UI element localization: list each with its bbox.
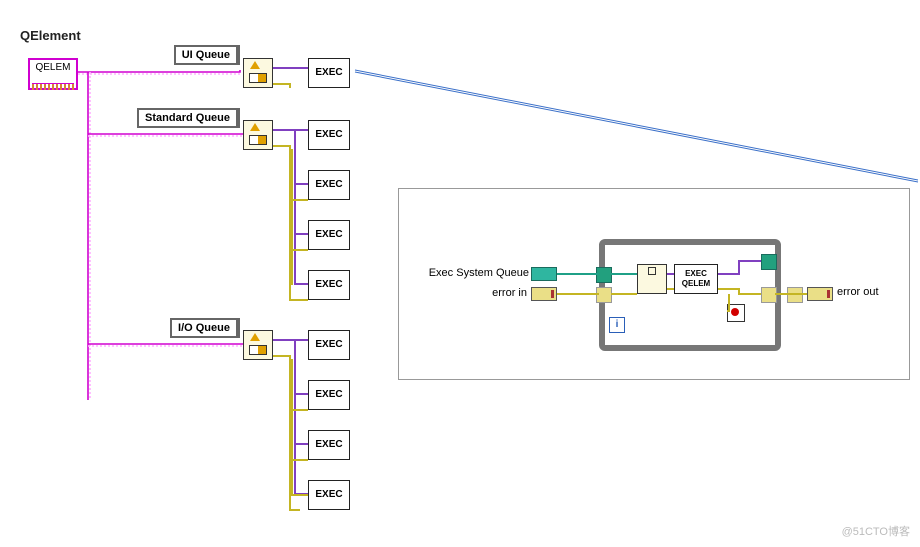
loop-stop[interactable] — [727, 304, 745, 322]
error-tunnel-in[interactable] — [596, 287, 612, 303]
exec-ui-0[interactable]: EXEC — [308, 58, 350, 88]
error-out-label: error out — [837, 286, 879, 298]
error-out-terminal[interactable] — [807, 287, 833, 301]
dequeue-ui[interactable] — [243, 58, 273, 88]
detail-panel: Exec System Queue error in EXEC QELEM i … — [398, 188, 910, 380]
source-title: QElement — [20, 28, 81, 43]
error-tunnel-out[interactable] — [761, 287, 777, 303]
ui-queue-label: UI Queue — [174, 45, 240, 65]
exec-std-2[interactable]: EXEC — [308, 220, 350, 250]
exec-system-queue-terminal[interactable] — [531, 267, 557, 281]
qelem-text: QELEM — [35, 62, 70, 73]
dequeue-subvi[interactable] — [637, 264, 667, 294]
error-in-label: error in — [477, 287, 527, 299]
exec-io-1[interactable]: EXEC — [308, 380, 350, 410]
dequeue-io[interactable] — [243, 330, 273, 360]
exec-qelem-line2: QELEM — [682, 279, 710, 288]
dequeue-standard[interactable] — [243, 120, 273, 150]
exec-std-3[interactable]: EXEC — [308, 270, 350, 300]
exec-io-3[interactable]: EXEC — [308, 480, 350, 510]
io-queue-label: I/O Queue — [170, 318, 240, 338]
queue-tunnel-out[interactable] — [761, 254, 777, 270]
qelem-terminal[interactable]: QELEM — [28, 58, 78, 90]
exec-std-1[interactable]: EXEC — [308, 170, 350, 200]
exec-io-2[interactable]: EXEC — [308, 430, 350, 460]
error-in-terminal[interactable] — [531, 287, 557, 301]
watermark: @51CTO博客 — [842, 523, 910, 539]
standard-queue-label: Standard Queue — [137, 108, 240, 128]
exec-io-0[interactable]: EXEC — [308, 330, 350, 360]
exec-qelem-subvi[interactable]: EXEC QELEM — [674, 264, 718, 294]
exec-system-queue-label: Exec System Queue — [419, 267, 529, 279]
while-loop[interactable] — [599, 239, 781, 351]
loop-counter[interactable]: i — [609, 317, 625, 333]
error-out-pre — [787, 287, 803, 303]
exec-std-0[interactable]: EXEC — [308, 120, 350, 150]
queue-tunnel-in[interactable] — [596, 267, 612, 283]
exec-qelem-line1: EXEC — [685, 269, 707, 278]
